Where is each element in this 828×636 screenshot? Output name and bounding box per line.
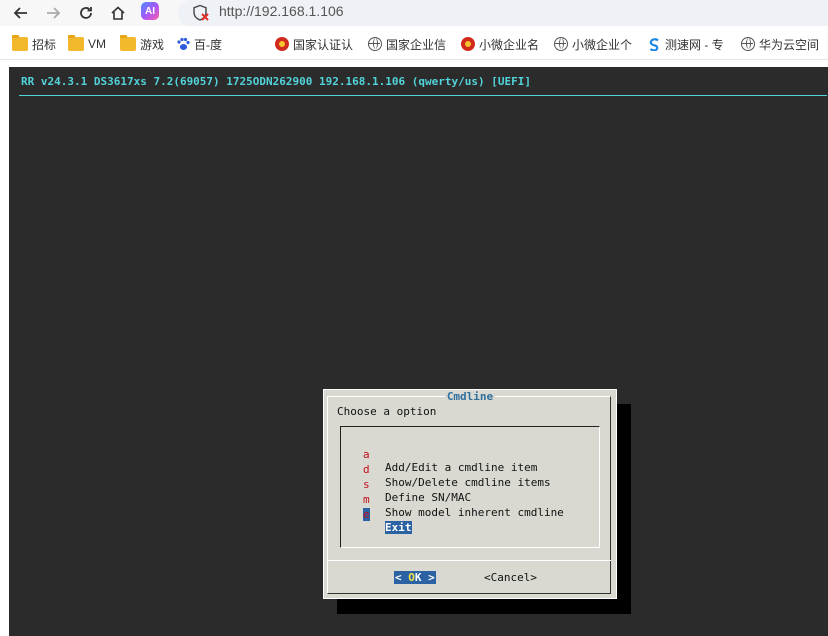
bookmark-item[interactable]: 游戏 xyxy=(120,35,164,53)
menu-item-add-edit[interactable]: a Add/Edit a cmdline item xyxy=(341,435,537,474)
bookmark-item[interactable]: VM xyxy=(68,35,106,53)
menu-item-show-delete[interactable]: d Show/Delete cmdline items xyxy=(341,450,551,489)
menu-item-label: Add/Edit a cmdline item xyxy=(385,461,538,474)
globe-icon xyxy=(554,37,568,51)
menu-item-label: Show model inherent cmdline xyxy=(385,506,564,519)
dialog-title: Cmdline xyxy=(444,390,496,403)
bookmark-item[interactable]: 测速网 - 专 xyxy=(647,35,724,53)
back-icon[interactable] xyxy=(10,2,32,24)
bookmark-item[interactable]: 小微企业个 xyxy=(554,35,632,53)
menu-item-label: Define SN/MAC xyxy=(385,491,472,504)
globe-icon xyxy=(741,37,755,51)
bookmarks-bar: 招标 VM 游戏 百-度 国家认证认 国家企业信 小微企业名 小微企业个 测速网… xyxy=(0,27,828,60)
address-bar[interactable]: http://192.168.1.106 xyxy=(178,0,828,26)
dialog-prompt: Choose a option xyxy=(337,405,437,418)
page-margin xyxy=(0,66,9,636)
national-emblem-icon xyxy=(461,37,475,51)
option-menu: a Add/Edit a cmdline item d Show/Delete … xyxy=(340,426,600,548)
folder-icon xyxy=(68,35,84,51)
ai-assistant-icon[interactable]: AI xyxy=(141,2,159,20)
bookmark-item[interactable]: 小微企业名 xyxy=(461,35,539,53)
bookmark-item[interactable]: 招标 xyxy=(12,35,56,53)
button-separator xyxy=(327,560,611,561)
national-emblem-icon xyxy=(275,37,289,51)
folder-icon xyxy=(12,35,28,51)
bookmark-item[interactable]: 国家认证认 xyxy=(275,35,353,53)
ok-button[interactable]: < OK > xyxy=(394,571,436,584)
forward-icon[interactable] xyxy=(42,2,64,24)
status-divider xyxy=(19,95,827,96)
not-secure-shield-icon[interactable] xyxy=(192,4,210,22)
speedtest-icon xyxy=(649,38,659,51)
cmdline-dialog: Cmdline Choose a option a Add/Edit a cmd… xyxy=(323,389,617,599)
status-line: RR v24.3.1 DS3617xs 7.2(69057) 1725ODN26… xyxy=(21,75,531,88)
hotkey: e xyxy=(363,508,370,521)
browser-toolbar: AI http://192.168.1.106 xyxy=(0,0,828,26)
baidu-paw-icon xyxy=(177,37,190,50)
bookmark-item[interactable]: 百-度 xyxy=(176,35,222,53)
menu-item-define-sn-mac[interactable]: s Define SN/MAC xyxy=(341,465,471,504)
menu-item-label: Exit xyxy=(385,521,412,534)
menu-item-show-model-cmdline[interactable]: m Show model inherent cmdline xyxy=(341,480,564,519)
globe-icon xyxy=(368,37,382,51)
cancel-button[interactable]: <Cancel> xyxy=(484,571,537,584)
bookmark-item[interactable]: 国家企业信 xyxy=(368,35,446,53)
menu-item-exit[interactable]: e Exit xyxy=(341,495,412,534)
menu-item-label: Show/Delete cmdline items xyxy=(385,476,551,489)
url-text[interactable]: http://192.168.1.106 xyxy=(219,3,344,19)
bookmark-item[interactable]: 华为云空间 xyxy=(741,35,819,53)
terminal-screen[interactable]: RR v24.3.1 DS3617xs 7.2(69057) 1725ODN26… xyxy=(9,67,828,636)
reload-icon[interactable] xyxy=(75,2,97,24)
home-icon[interactable] xyxy=(107,2,129,24)
folder-icon xyxy=(120,35,136,51)
